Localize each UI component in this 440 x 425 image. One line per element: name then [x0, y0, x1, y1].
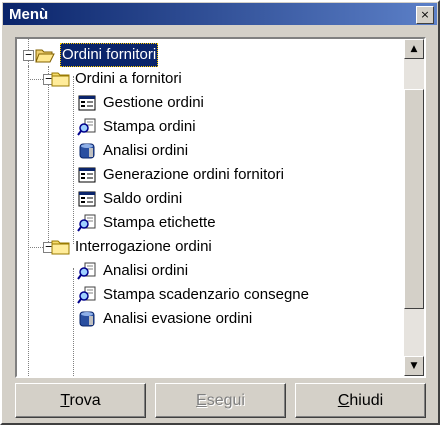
tree-item-label: Ordini fornitori: [60, 43, 159, 67]
tree-item[interactable]: Interrogazione ordini: [17, 235, 397, 259]
print-magnifier-icon: [77, 262, 97, 280]
trova-label: rova: [69, 392, 101, 409]
menu-tree: − Ordini fornitori − Ordini a fornitori Gest…: [17, 39, 402, 376]
esegui-button[interactable]: Esegui: [155, 383, 286, 418]
print-magnifier-icon: [77, 286, 97, 304]
tree-item-label: Stampa ordini: [103, 118, 196, 135]
tree-item[interactable]: Ordini fornitori: [17, 43, 397, 67]
esegui-label: segui: [206, 392, 245, 409]
chiudi-mnemonic: C: [337, 392, 350, 409]
scroll-up-button[interactable]: ▲: [404, 39, 424, 59]
tree-item-label: Gestione ordini: [103, 94, 204, 111]
scroll-down-button[interactable]: ▼: [404, 356, 424, 376]
form-icon: [77, 190, 97, 208]
database-icon: [77, 310, 97, 328]
tree-item[interactable]: Stampa ordini: [17, 115, 397, 139]
form-icon: [77, 166, 97, 184]
trova-button[interactable]: Trova: [15, 383, 146, 418]
tree-item[interactable]: Analisi ordini: [17, 139, 397, 163]
tree-item-label: Analisi ordini: [103, 262, 189, 279]
tree-item[interactable]: Ordini a fornitori: [17, 67, 397, 91]
chiudi-button[interactable]: Chiudi: [295, 383, 426, 418]
tree-item[interactable]: Stampa etichette: [17, 211, 397, 235]
tree-item[interactable]: Saldo ordini: [17, 187, 397, 211]
folder-icon: [51, 70, 71, 88]
tree-item-label: Stampa scadenzario consegne: [103, 286, 309, 303]
folder-icon: [51, 238, 71, 256]
tree-item-label: Saldo ordini: [103, 190, 183, 207]
tree-item[interactable]: Generazione ordini fornitori: [17, 163, 397, 187]
vertical-scrollbar[interactable]: ▲ ▼: [404, 39, 424, 376]
tree-item-label: Stampa etichette: [103, 214, 216, 231]
title-bar: Menù ×: [3, 3, 437, 25]
menu-window: Menù × − Ordini fornitori − Ordini a fornit…: [0, 0, 440, 425]
tree-item-label: Interrogazione ordini: [75, 238, 212, 255]
tree-item[interactable]: Gestione ordini: [17, 91, 397, 115]
tree-item-label: Analisi ordini: [103, 142, 189, 159]
scroll-thumb[interactable]: [404, 89, 424, 309]
form-icon: [77, 94, 97, 112]
close-button[interactable]: ×: [416, 6, 434, 24]
window-title: Menù: [9, 6, 49, 23]
chiudi-label: hiudi: [349, 392, 384, 409]
tree-view-frame: − Ordini fornitori − Ordini a fornitori Gest…: [15, 37, 426, 378]
print-magnifier-icon: [77, 214, 97, 232]
database-icon: [77, 142, 97, 160]
print-magnifier-icon: [77, 118, 97, 136]
esegui-mnemonic: E: [196, 392, 207, 409]
open-folder-icon: [35, 46, 55, 64]
tree-item[interactable]: Stampa scadenzario consegne: [17, 283, 397, 307]
tree-item[interactable]: Analisi ordini: [17, 259, 397, 283]
tree-item-label: Analisi evasione ordini: [103, 310, 253, 327]
tree-item-label: Ordini a fornitori: [75, 70, 182, 87]
trova-mnemonic: T: [60, 392, 70, 409]
tree-item[interactable]: Analisi evasione ordini: [17, 307, 397, 331]
tree-item-label: Generazione ordini fornitori: [103, 166, 284, 183]
